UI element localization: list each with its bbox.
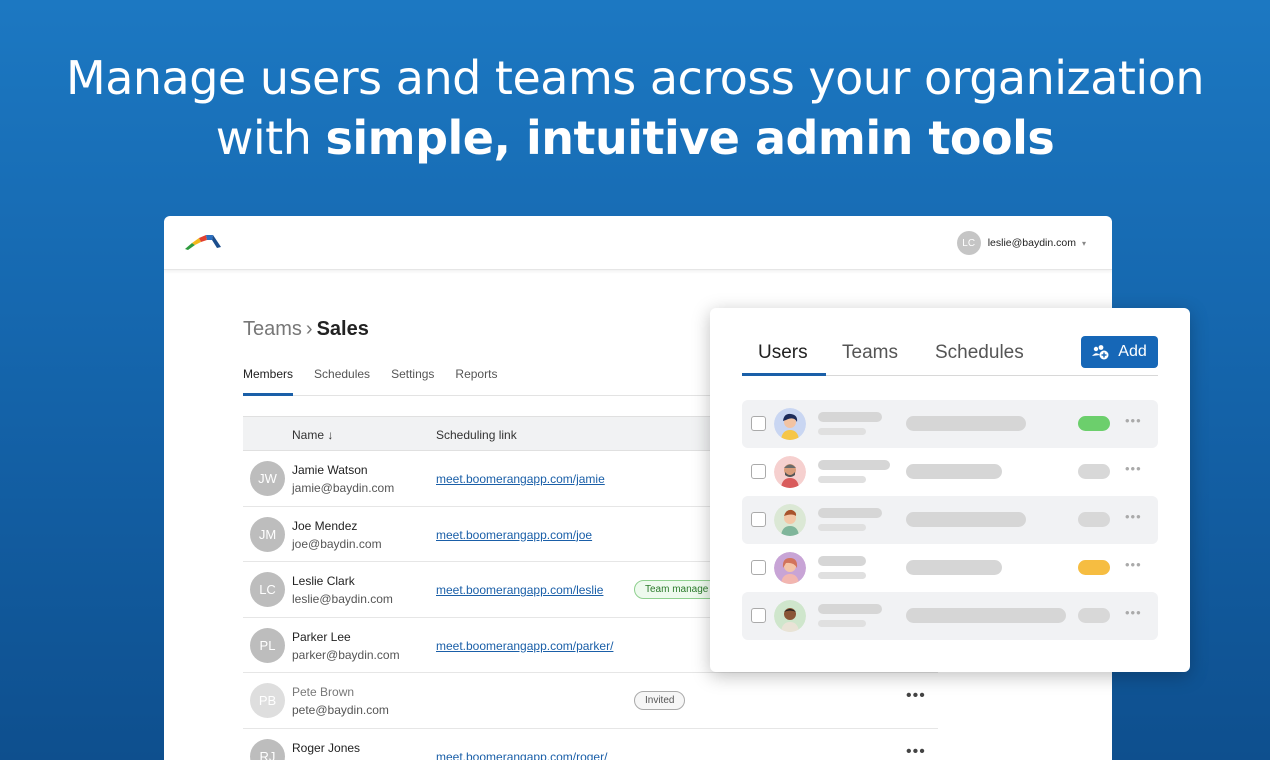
member-name: Pete Brown: [292, 685, 355, 699]
arrow-down-icon: ↓: [327, 428, 334, 442]
placeholder-bar: [818, 524, 866, 531]
member-name: Leslie Clark: [292, 574, 355, 588]
tab-members[interactable]: Members: [243, 364, 294, 396]
placeholder-bar: [906, 416, 1026, 431]
user-avatar: [774, 408, 806, 440]
link-column-header: Scheduling link: [436, 428, 517, 442]
more-options-icon[interactable]: •••: [1125, 413, 1142, 428]
user-avatar: [774, 600, 806, 632]
member-name: Roger Jones: [292, 740, 361, 755]
placeholder-bar: [818, 476, 866, 483]
add-user-icon: [1092, 345, 1109, 360]
more-options-icon[interactable]: •••: [1125, 461, 1142, 476]
avatar: JW: [250, 461, 285, 496]
add-button-label: Add: [1118, 343, 1147, 360]
scheduling-link[interactable]: meet.boomerangapp.com/parker/: [436, 639, 613, 653]
status-toggle[interactable]: [1078, 608, 1110, 623]
user-avatar: [774, 552, 806, 584]
placeholder-bar: [818, 508, 882, 518]
list-item[interactable]: •••: [742, 592, 1158, 640]
list-item[interactable]: •••: [742, 448, 1158, 496]
status-badge: Invited: [634, 691, 686, 710]
placeholder-bar: [906, 464, 1002, 479]
placeholder-bar: [818, 604, 882, 614]
list-item[interactable]: •••: [742, 544, 1158, 592]
more-options-icon[interactable]: •••: [906, 743, 926, 760]
avatar: JM: [250, 516, 285, 552]
member-name: Parker Lee: [292, 629, 351, 644]
scheduling-link[interactable]: meet.boomerangapp.com/joe: [436, 528, 592, 542]
user-list: ••• ••• ••• ••• •••: [742, 400, 1158, 640]
name-column-header[interactable]: Name ↓: [292, 428, 333, 442]
headline-line-1: Manage users and teams across your organ…: [66, 51, 1205, 105]
tab-reports[interactable]: Reports: [455, 364, 497, 396]
tab-teams[interactable]: Teams: [842, 342, 898, 376]
avatar: PL: [250, 627, 285, 663]
table-row[interactable]: PB Pete Brown pete@baydin.com Invited ••…: [243, 673, 938, 729]
row-checkbox[interactable]: [751, 560, 766, 575]
status-toggle[interactable]: [1078, 512, 1110, 527]
member-email: leslie@baydin.com: [292, 592, 393, 606]
placeholder-bar: [906, 560, 1002, 575]
role-badge: Team manage: [634, 580, 720, 599]
row-checkbox[interactable]: [751, 608, 766, 623]
headline: Manage users and teams across your organ…: [0, 48, 1270, 168]
tab-schedules[interactable]: Schedules: [935, 342, 1024, 376]
more-options-icon[interactable]: •••: [1125, 605, 1142, 620]
tab-schedules[interactable]: Schedules: [314, 364, 370, 396]
avatar: LC: [250, 572, 285, 607]
scheduling-link[interactable]: meet.boomerangapp.com/jamie: [436, 472, 605, 486]
member-email: joe@baydin.com: [292, 536, 382, 551]
headline-bold: simple, intuitive admin tools: [325, 111, 1055, 165]
row-checkbox[interactable]: [751, 512, 766, 527]
list-item[interactable]: •••: [742, 496, 1158, 544]
member-email: parker@baydin.com: [292, 647, 400, 662]
page-title: Sales: [316, 318, 369, 340]
status-toggle[interactable]: [1078, 416, 1110, 431]
more-options-icon[interactable]: •••: [1125, 557, 1142, 572]
more-options-icon[interactable]: •••: [906, 687, 926, 705]
member-email: pete@baydin.com: [292, 703, 389, 717]
placeholder-bar: [906, 608, 1066, 623]
scheduling-link[interactable]: meet.boomerangapp.com/roger/: [436, 750, 607, 760]
row-checkbox[interactable]: [751, 416, 766, 431]
list-item[interactable]: •••: [742, 400, 1158, 448]
tab-settings[interactable]: Settings: [391, 364, 434, 396]
chevron-down-icon: ▾: [1081, 238, 1086, 248]
scheduling-link[interactable]: meet.boomerangapp.com/leslie: [436, 583, 603, 597]
breadcrumb-separator: ›: [305, 318, 313, 340]
boomerang-logo[interactable]: [184, 234, 222, 250]
breadcrumb: Teams › Sales: [243, 318, 369, 341]
more-options-icon[interactable]: •••: [1125, 509, 1142, 524]
name-header-label: Name: [292, 428, 325, 442]
user-avatar: [774, 504, 806, 536]
member-email: jamie@baydin.com: [292, 481, 395, 495]
top-bar: LC leslie@baydin.com ▾: [164, 216, 1112, 270]
user-avatar: [774, 456, 806, 488]
placeholder-bar: [818, 620, 866, 627]
avatar: PB: [250, 683, 285, 718]
breadcrumb-parent[interactable]: Teams: [243, 318, 302, 340]
status-toggle[interactable]: [1078, 464, 1110, 479]
avatar: RJ: [250, 738, 285, 760]
account-menu[interactable]: LC leslie@baydin.com ▾: [956, 231, 1086, 255]
placeholder-bar: [818, 572, 866, 579]
placeholder-bar: [818, 428, 866, 435]
member-name: Jamie Watson: [292, 463, 368, 477]
account-avatar: LC: [956, 231, 981, 255]
headline-line-2: with simple, intuitive admin tools: [0, 108, 1270, 168]
placeholder-bar: [906, 512, 1026, 527]
row-checkbox[interactable]: [751, 464, 766, 479]
placeholder-bar: [818, 412, 882, 422]
placeholder-bar: [818, 460, 890, 470]
add-button[interactable]: Add: [1081, 336, 1158, 368]
users-panel: Users Teams Schedules Add ••• ••• ••• ••…: [710, 308, 1190, 672]
table-row[interactable]: RJ Roger Jones meet.boomerangapp.com/rog…: [243, 729, 938, 760]
headline-regular: with: [215, 111, 326, 165]
status-toggle[interactable]: [1078, 560, 1110, 575]
member-name: Joe Mendez: [292, 518, 358, 533]
placeholder-bar: [818, 556, 866, 566]
account-email: leslie@baydin.com: [987, 237, 1076, 249]
tab-users[interactable]: Users: [742, 342, 826, 376]
